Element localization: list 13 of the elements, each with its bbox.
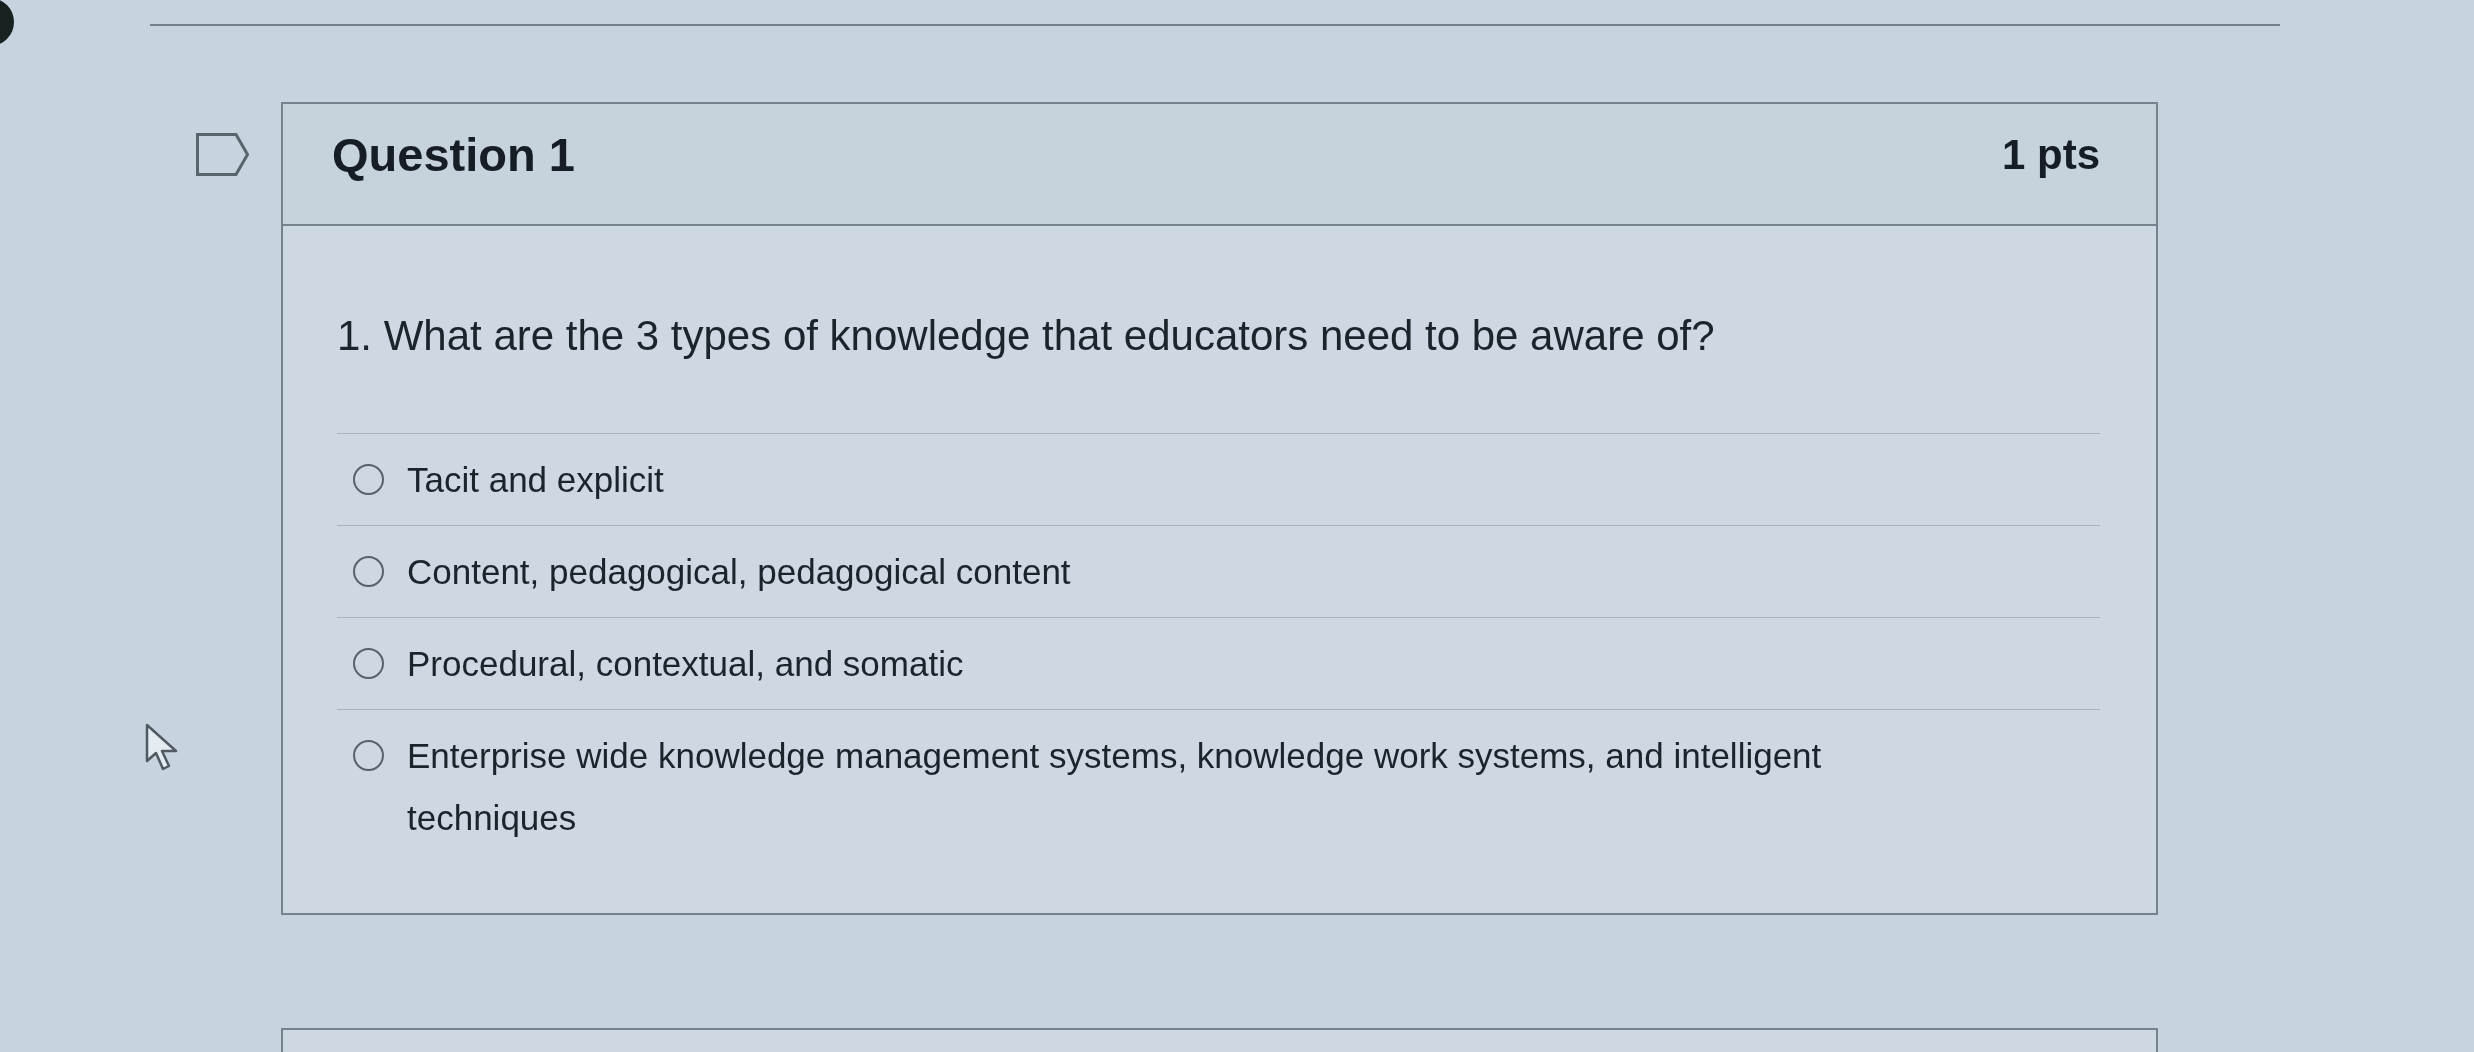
answer-label[interactable]: Enterprise wide knowledge management systems, knowledge work systems, and intelligent techniques: [407, 725, 1947, 849]
answer-label[interactable]: Tacit and explicit: [407, 449, 664, 511]
pointer-cursor-icon: [145, 723, 179, 771]
radio-button[interactable]: [353, 740, 384, 771]
question-title: Question 1: [332, 127, 575, 183]
answer-label[interactable]: Procedural, contextual, and somatic: [407, 633, 964, 695]
tag-icon[interactable]: [196, 133, 249, 176]
points-label: 1 pts: [2001, 130, 2100, 180]
radio-button[interactable]: [353, 464, 384, 495]
radio-button[interactable]: [353, 556, 384, 587]
answer-label[interactable]: Content, pedagogical, pedagogical content: [407, 541, 1071, 603]
radio-button[interactable]: [353, 648, 384, 679]
question-text: 1. What are the 3 types of knowledge that educators need to be aware of?: [337, 311, 1716, 361]
